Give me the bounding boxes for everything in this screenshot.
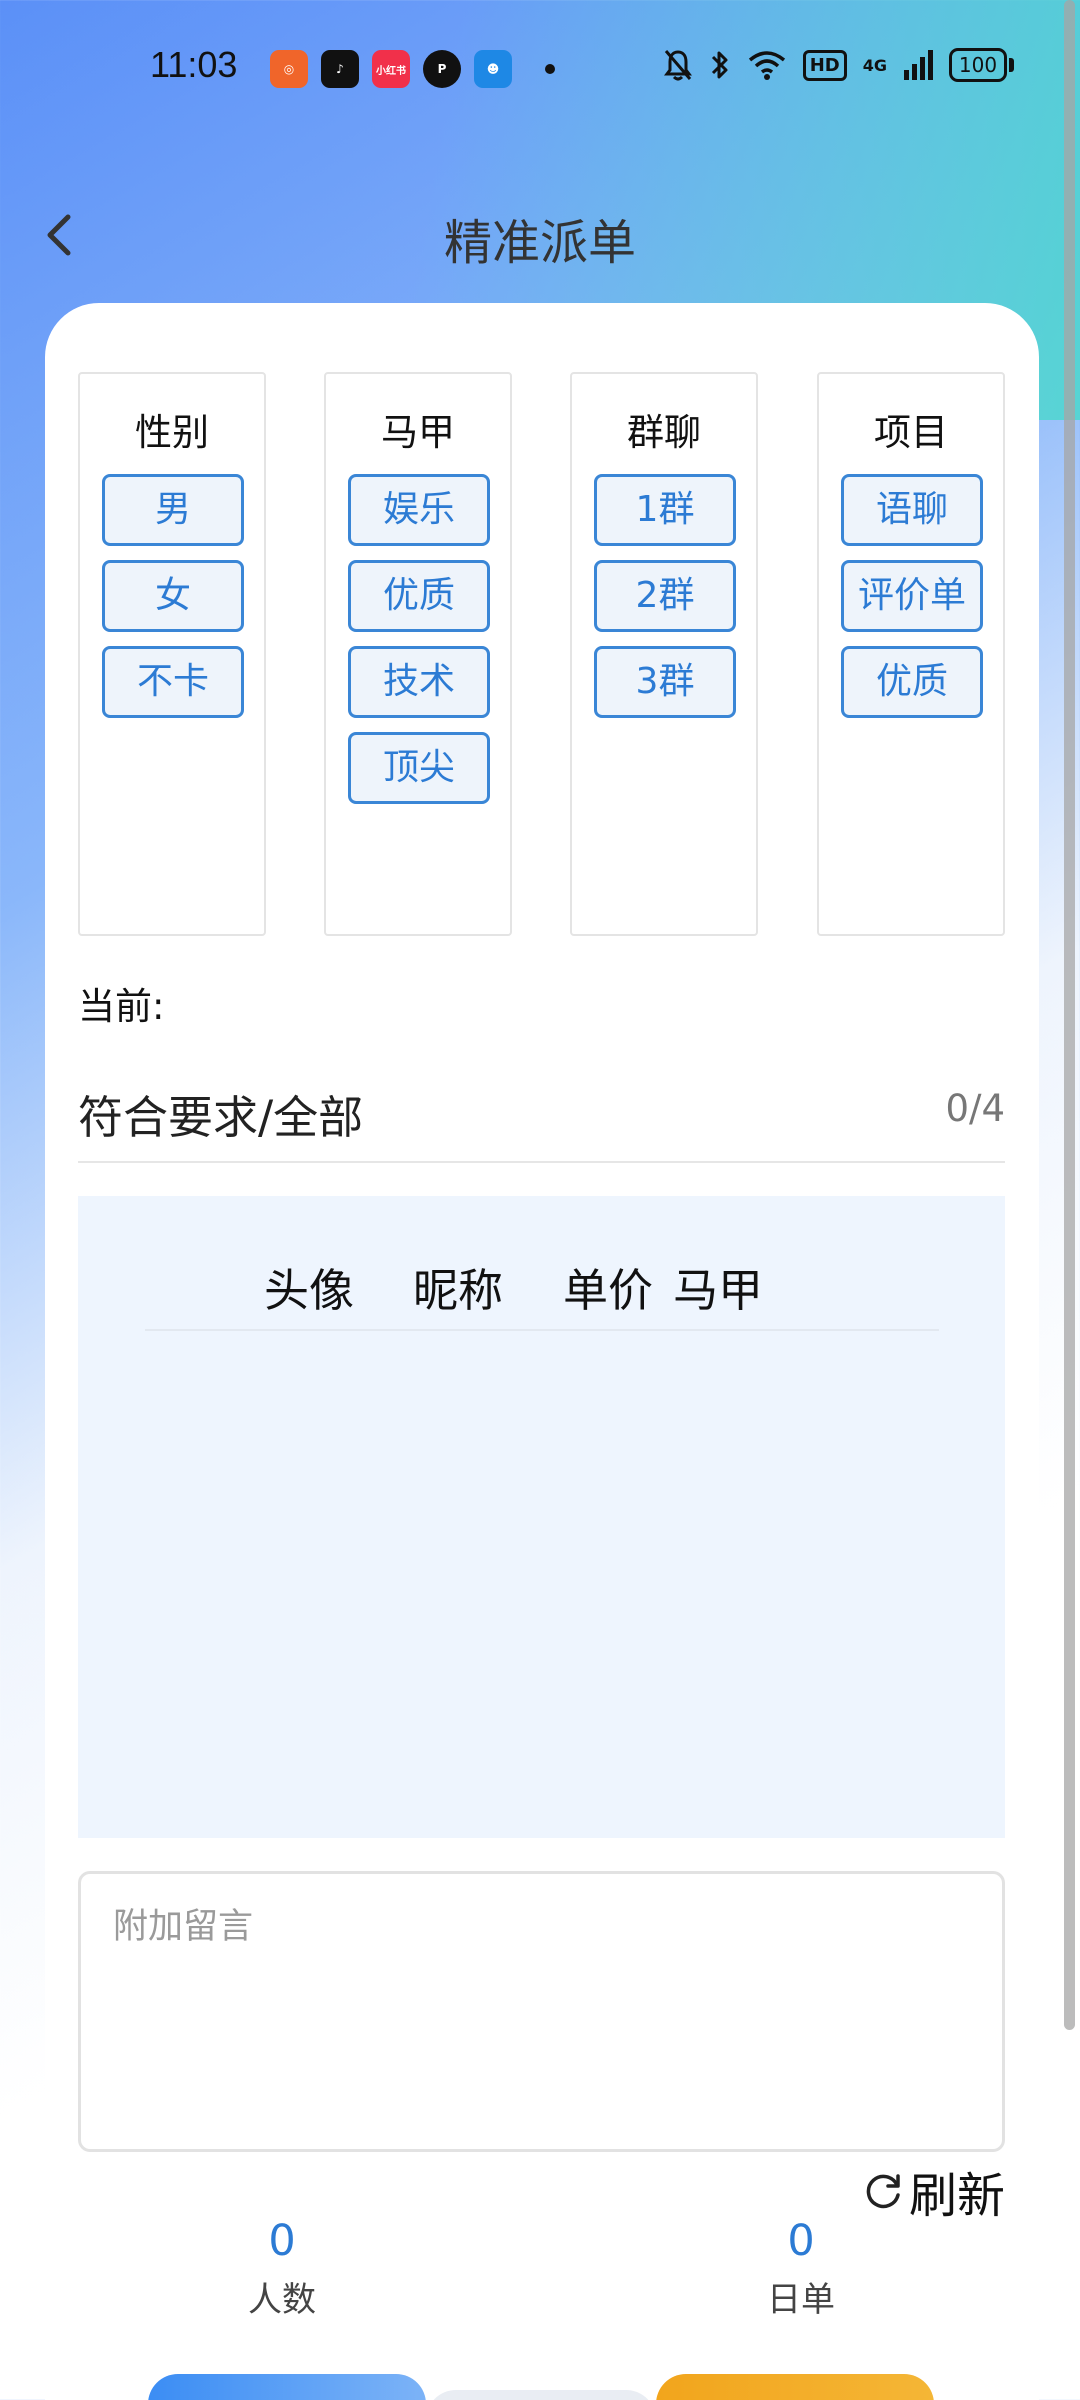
filter-column-title: 性别 [135,411,209,454]
table-header: 头像 昵称 单价 马甲 [145,1196,939,1331]
filter-chip-male[interactable]: 男 [102,474,244,546]
filter-chip-female[interactable]: 女 [102,560,244,632]
candidates-table: 头像 昵称 单价 马甲 [78,1196,1005,1838]
xiaohongshu-icon: 小红书 [372,50,410,88]
network-type: 4G [862,55,887,75]
stat-daily-orders-label: 日单 [767,2280,835,2320]
bluetooth-icon [711,51,728,79]
battery-icon: 100 [949,48,1014,82]
stat-people-value: 0 [268,2216,296,2266]
battery-level: 100 [949,48,1007,82]
refresh-label: 刷新 [908,2168,1005,2224]
filter-column-title: 马甲 [381,411,455,454]
signal-icon [904,50,933,80]
filter-chip-skill[interactable]: 技术 [348,646,490,718]
stat-daily-orders: 0 日单 [721,2216,881,2321]
filter-chip-group-3[interactable]: 3群 [594,646,736,718]
filter-chip-group-2[interactable]: 2群 [594,560,736,632]
filter-chip-quality[interactable]: 优质 [348,560,490,632]
filter-chip-any-gender[interactable]: 不卡 [102,646,244,718]
secondary-track [426,2390,656,2400]
page-title: 精准派单 [443,215,636,271]
stat-people-label: 人数 [248,2280,316,2320]
filter-chip-group-1[interactable]: 1群 [594,474,736,546]
status-indicators: HD 4G 100 [663,48,1014,82]
douyin-icon: ♪ [321,50,359,88]
notification-apps: ◎ ♪ 小红书 P ☻ [270,50,555,88]
wifi-icon [748,51,785,80]
filter-column-title: 群聊 [627,411,701,454]
refresh-icon [866,2174,900,2209]
filter-chip-project-quality[interactable]: 优质 [841,646,983,718]
match-count: 0/4 [945,1087,1005,1130]
filter-chip-voice-chat[interactable]: 语聊 [841,474,983,546]
filter-chip-top[interactable]: 顶尖 [348,732,490,804]
filter-column-gender: 性别 男 女 不卡 [78,372,266,936]
refresh-button[interactable]: 刷新 [861,2156,1005,2226]
stat-people: 0 人数 [202,2216,362,2321]
primary-action-button[interactable] [148,2374,426,2400]
status-bar: 11:03 ◎ ♪ 小红书 P ☻ HD 4G 100 [0,38,1080,98]
page-scrollbar[interactable] [1064,0,1075,2030]
column-header-price: 单价 [563,1264,654,1317]
filter-column-group-chat: 群聊 1群 2群 3群 [570,372,758,936]
column-header-nickname: 昵称 [413,1264,504,1317]
column-header-avatar: 头像 [264,1264,355,1317]
secondary-action-button[interactable] [656,2374,934,2400]
kuaishou-icon: ◎ [270,50,308,88]
status-time: 11:03 [150,44,238,85]
column-header-vest: 马甲 [673,1264,764,1317]
filter-column-vest: 马甲 娱乐 优质 技术 顶尖 [324,372,512,936]
robot-app-icon: ☻ [474,50,512,88]
bell-muted-icon [663,50,692,81]
stat-daily-orders-value: 0 [787,2216,815,2266]
message-input[interactable] [78,1871,1005,2152]
match-summary-row: 符合要求/全部 0/4 [78,1073,1005,1163]
current-selection-label: 当前: [78,985,165,1028]
filter-chip-entertainment[interactable]: 娱乐 [348,474,490,546]
app-p-icon: P [423,50,461,88]
more-notifications-dot-icon [545,64,555,74]
hd-badge: HD [802,49,847,81]
filter-column-title: 项目 [874,411,948,454]
filter-column-project: 项目 语聊 评价单 优质 [817,372,1005,936]
filter-chip-review-order[interactable]: 评价单 [841,560,983,632]
match-label: 符合要求/全部 [78,1091,364,1144]
